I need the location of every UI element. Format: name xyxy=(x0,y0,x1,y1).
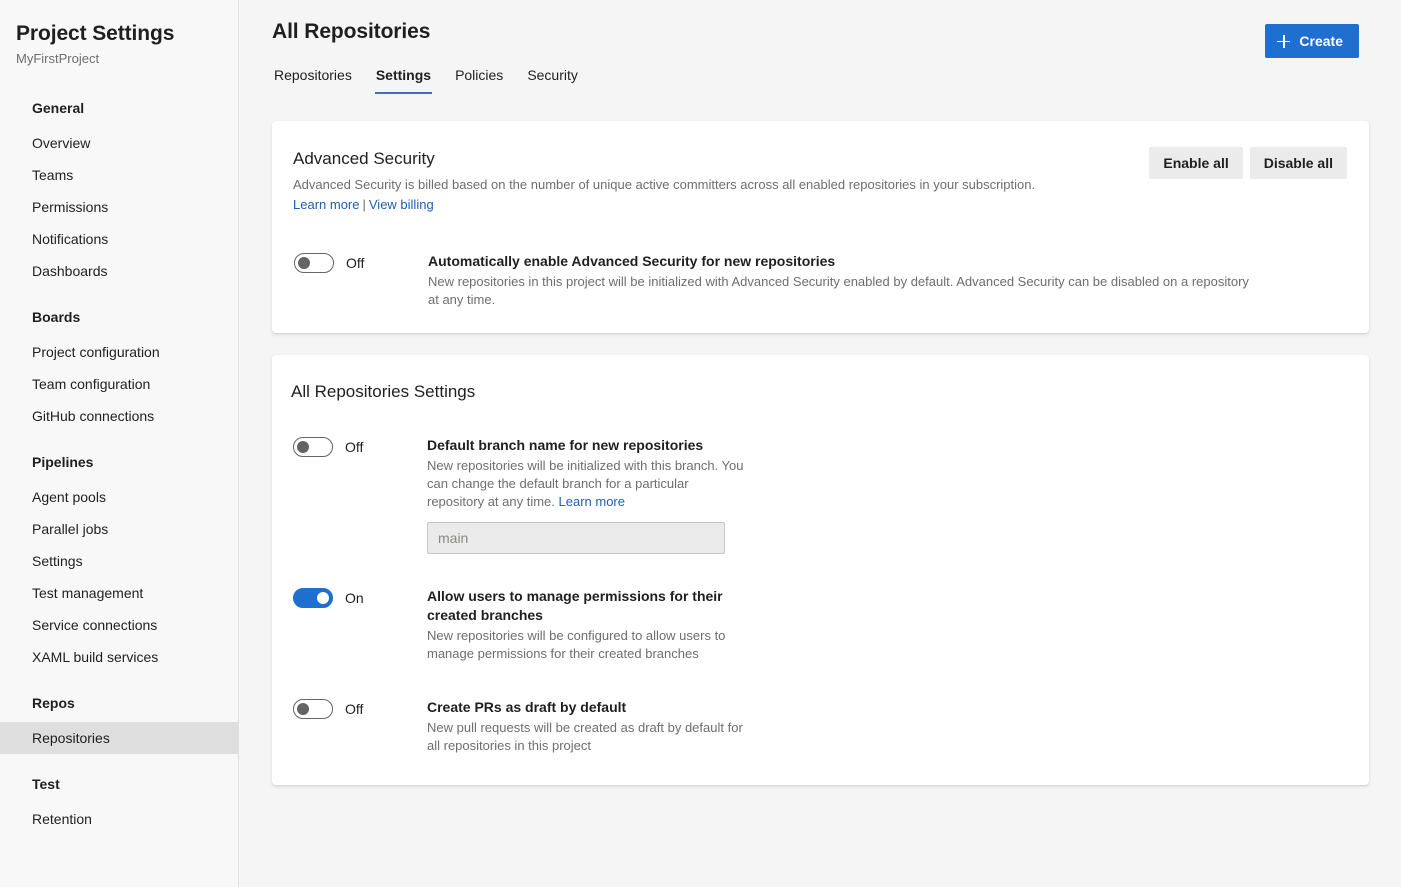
create-prs-as-draft-row: Off Create PRs as draft by default New p… xyxy=(290,698,1345,755)
nav-group-boards: Boards xyxy=(32,309,81,325)
default-branch-name-input[interactable] xyxy=(427,522,725,554)
default-branch-toggle-state: Off xyxy=(345,438,364,455)
create-button[interactable]: Create xyxy=(1265,24,1359,58)
disable-all-button[interactable]: Disable all xyxy=(1249,147,1347,179)
sidebar-item-team-configuration[interactable]: Team configuration xyxy=(0,368,238,400)
tab-bar: Repositories Settings Policies Security xyxy=(272,63,1369,94)
settings-content: Advanced Security Advanced Security is b… xyxy=(239,121,1401,785)
sidebar-item-dashboards[interactable]: Dashboards xyxy=(0,255,238,287)
sidebar-item-settings[interactable]: Settings xyxy=(0,545,238,577)
auto-enable-setting-title: Automatically enable Advanced Security f… xyxy=(428,253,836,269)
sidebar-item-github-connections[interactable]: GitHub connections xyxy=(0,400,238,432)
sidebar-item-test-management[interactable]: Test management xyxy=(0,577,238,609)
default-branch-setting-title: Default branch name for new repositories xyxy=(427,437,704,453)
all-repositories-settings-card: All Repositories Settings Off Default br… xyxy=(272,355,1369,785)
toggle-knob xyxy=(317,592,329,604)
default-branch-setting-text: Default branch name for new repositories… xyxy=(427,436,745,554)
default-branch-name-row: Off Default branch name for new reposito… xyxy=(290,436,1345,554)
auto-enable-setting-description: New repositories in this project will be… xyxy=(428,274,1249,307)
sidebar-header: Project Settings MyFirstProject xyxy=(0,0,238,68)
create-prs-draft-setting-description: New pull requests will be created as dra… xyxy=(427,720,743,753)
nav-group-pipelines: Pipelines xyxy=(32,454,94,470)
tab-settings[interactable]: Settings xyxy=(374,63,433,94)
project-name: MyFirstProject xyxy=(16,51,100,66)
plus-icon xyxy=(1277,34,1291,48)
tab-repositories[interactable]: Repositories xyxy=(273,63,353,94)
sidebar-item-repositories[interactable]: Repositories xyxy=(0,722,238,754)
nav-group-test: Test xyxy=(32,776,60,792)
default-branch-name-toggle[interactable] xyxy=(293,437,333,457)
advanced-security-links: Learn more | View billing xyxy=(292,195,1345,214)
create-prs-draft-setting-text: Create PRs as draft by default New pull … xyxy=(427,698,745,755)
sidebar-item-notifications[interactable]: Notifications xyxy=(0,223,238,255)
auto-enable-setting-text: Automatically enable Advanced Security f… xyxy=(428,252,1258,309)
link-separator: | xyxy=(362,197,366,212)
auto-enable-toggle-state: Off xyxy=(346,254,365,271)
manage-permissions-toggle-cell: On xyxy=(293,587,427,608)
manage-permissions-toggle-state: On xyxy=(345,589,364,606)
sidebar-title: Project Settings xyxy=(16,22,175,45)
create-prs-draft-toggle-state: Off xyxy=(345,700,364,717)
sidebar-item-agent-pools[interactable]: Agent pools xyxy=(0,481,238,513)
create-prs-draft-toggle-cell: Off xyxy=(293,698,427,719)
create-prs-draft-setting-title: Create PRs as draft by default xyxy=(427,699,627,715)
default-branch-toggle-cell: Off xyxy=(293,436,427,457)
sidebar: Project Settings MyFirstProject General … xyxy=(0,0,239,887)
view-billing-link[interactable]: View billing xyxy=(369,197,434,212)
default-branch-setting-description: New repositories will be initialized wit… xyxy=(427,457,745,511)
create-prs-as-draft-toggle[interactable] xyxy=(293,699,333,719)
toggle-knob xyxy=(298,257,310,269)
nav-group-repos: Repos xyxy=(32,695,75,711)
manage-branch-permissions-toggle[interactable] xyxy=(293,588,333,608)
default-branch-learn-more-link[interactable]: Learn more xyxy=(559,494,625,509)
manage-permissions-setting-text: Allow users to manage permissions for th… xyxy=(427,587,745,663)
app-root: Project Settings MyFirstProject General … xyxy=(0,0,1401,887)
toggle-knob xyxy=(297,703,309,715)
manage-permissions-setting-title: Allow users to manage permissions for th… xyxy=(427,588,723,623)
sidebar-item-parallel-jobs[interactable]: Parallel jobs xyxy=(0,513,238,545)
advanced-security-card: Advanced Security Advanced Security is b… xyxy=(272,121,1369,333)
all-repositories-settings-title: All Repositories Settings xyxy=(291,382,476,401)
sidebar-item-retention[interactable]: Retention xyxy=(0,803,238,835)
main-content: All Repositories Create Repositories Set… xyxy=(239,0,1401,887)
auto-enable-toggle-cell: Off xyxy=(294,252,428,273)
create-button-label: Create xyxy=(1299,33,1343,49)
page-title: All Repositories xyxy=(272,20,431,43)
toggle-knob xyxy=(297,441,309,453)
advanced-security-actions: Enable all Disable all xyxy=(1149,147,1347,179)
nav-group-general: General xyxy=(32,100,85,116)
tab-security[interactable]: Security xyxy=(526,63,579,94)
sidebar-item-service-connections[interactable]: Service connections xyxy=(0,609,238,641)
enable-all-button[interactable]: Enable all xyxy=(1149,147,1243,179)
manage-branch-permissions-row: On Allow users to manage permissions for… xyxy=(290,587,1345,663)
auto-enable-advanced-security-row: Off Automatically enable Advanced Securi… xyxy=(292,252,1345,309)
manage-permissions-setting-description: New repositories will be configured to a… xyxy=(427,628,726,661)
sidebar-nav: General Overview Teams Permissions Notif… xyxy=(0,90,238,835)
sidebar-item-xaml-build-services[interactable]: XAML build services xyxy=(0,641,238,673)
auto-enable-advanced-security-toggle[interactable] xyxy=(294,253,334,273)
learn-more-link[interactable]: Learn more xyxy=(293,197,359,212)
sidebar-item-permissions[interactable]: Permissions xyxy=(0,191,238,223)
sidebar-item-overview[interactable]: Overview xyxy=(0,127,238,159)
sidebar-item-teams[interactable]: Teams xyxy=(0,159,238,191)
tab-policies[interactable]: Policies xyxy=(454,63,504,94)
main-header: All Repositories Create Repositories Set… xyxy=(239,0,1401,94)
sidebar-item-project-configuration[interactable]: Project configuration xyxy=(0,336,238,368)
